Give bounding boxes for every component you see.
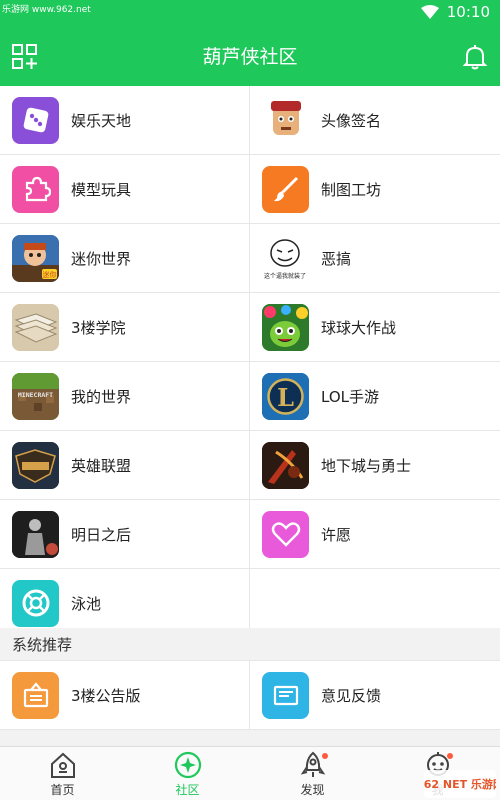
category-label: 地下城与勇士 <box>321 456 412 475</box>
clock: 10:10 <box>446 3 490 21</box>
category-item[interactable]: 迷你 迷你世界 <box>0 224 250 292</box>
notice-board-icon <box>12 671 59 719</box>
corner-watermark-logo: 962 NET 乐游网 <box>416 770 500 798</box>
mini-world-game-icon: 迷你 <box>12 234 59 282</box>
category-label: 恶搞 <box>321 249 352 268</box>
category-item[interactable]: 这个逼我就装了 恶搞 <box>250 224 500 292</box>
category-label: 制图工坊 <box>321 180 382 199</box>
category-label: 泳池 <box>71 594 102 613</box>
watermark: 乐游网 www.962.net <box>2 5 91 15</box>
category-label: 3楼学院 <box>71 318 126 337</box>
category-label: LOL手游 <box>321 387 379 406</box>
book-icon <box>12 303 59 351</box>
category-item[interactable]: 泳池 <box>0 569 250 637</box>
grid-row: 明日之后 许愿 <box>0 500 500 569</box>
page-title: 葫芦侠社区 <box>202 46 298 68</box>
category-item[interactable]: 模型玩具 <box>0 155 250 223</box>
category-label: 迷你世界 <box>71 249 132 268</box>
wifi-icon <box>420 5 439 19</box>
corner-logo-text: 962 NET 乐游网 <box>424 777 496 791</box>
nav-home[interactable]: 首页 <box>0 747 125 800</box>
nav-label: 发现 <box>300 783 325 797</box>
spacer <box>0 730 500 746</box>
system-item[interactable]: 意见反馈 <box>250 661 500 729</box>
community-icon <box>174 751 201 779</box>
nav-discover[interactable]: 发现 <box>250 747 375 800</box>
status-indicators: 10:10 <box>420 2 490 22</box>
category-item[interactable]: 娱乐天地 <box>0 86 250 154</box>
category-label: 明日之后 <box>71 525 132 544</box>
grid-row: 模型玩具 制图工坊 <box>0 155 500 224</box>
category-item[interactable]: 制图工坊 <box>250 155 500 223</box>
grid-row: 3楼学院 球球大作战 <box>0 293 500 362</box>
feedback-mail-icon <box>262 671 309 719</box>
category-item[interactable]: 许愿 <box>250 500 500 568</box>
status-bar: 乐游网 www.962.net 10:10 <box>0 0 500 24</box>
category-label: 娱乐天地 <box>71 111 132 130</box>
grid-row: 迷你 迷你世界 这个逼我就装了 恶搞 <box>0 224 500 293</box>
dnf-icon <box>262 441 309 489</box>
notification-dot <box>322 753 328 759</box>
category-item[interactable]: 头像签名 <box>250 86 500 154</box>
home-icon <box>50 752 75 778</box>
nav-label: 首页 <box>50 783 75 797</box>
dice-icon <box>12 96 59 144</box>
lifebuoy-icon <box>12 579 59 627</box>
ball-battle-icon <box>262 303 309 351</box>
section-header-system: 系统推荐 <box>0 628 500 661</box>
category-item[interactable]: 英雄联盟 <box>0 431 250 499</box>
system-item-label: 意见反馈 <box>321 686 382 705</box>
category-item[interactable]: 地下城与勇士 <box>250 431 500 499</box>
category-item[interactable]: MINECRAFT 我的世界 <box>0 362 250 430</box>
category-item[interactable]: 3楼学院 <box>0 293 250 361</box>
heart-icon <box>262 510 309 558</box>
grid-row: 英雄联盟 地下城与勇士 <box>0 431 500 500</box>
bell-icon[interactable] <box>462 44 488 70</box>
category-label: 头像签名 <box>321 111 382 130</box>
system-item-label: 3楼公告版 <box>71 686 141 705</box>
notification-dot <box>447 753 453 759</box>
grid-row: MINECRAFT 我的世界 L LOL手游 <box>0 362 500 431</box>
minecraft-logo: MINECRAFT <box>18 391 53 399</box>
system-item[interactable]: 3楼公告版 <box>0 661 250 729</box>
brush-icon <box>262 165 309 213</box>
mini-world-badge: 迷你 <box>43 270 57 279</box>
category-label: 我的世界 <box>71 387 132 406</box>
category-label: 许愿 <box>321 525 352 544</box>
cartoon-avatar-icon <box>262 96 309 144</box>
nav-community[interactable]: 社区 <box>125 747 250 800</box>
meme-face-icon: 这个逼我就装了 <box>262 234 309 282</box>
grid-row: 娱乐天地 头像签名 <box>0 86 500 155</box>
category-label: 模型玩具 <box>71 180 132 199</box>
category-item[interactable]: L LOL手游 <box>250 362 500 430</box>
nav-label: 社区 <box>175 783 200 797</box>
lol-icon: L <box>262 372 309 420</box>
lifeafter-icon <box>12 510 59 558</box>
league-of-legends-icon <box>12 441 59 489</box>
grid-row: 3楼公告版 意见反馈 <box>0 661 500 730</box>
lol-logo: L <box>277 383 294 412</box>
category-item[interactable]: 明日之后 <box>0 500 250 568</box>
system-grid: 3楼公告版 意见反馈 <box>0 661 500 730</box>
category-label: 球球大作战 <box>321 318 397 337</box>
puzzle-icon <box>12 165 59 213</box>
category-label: 英雄联盟 <box>71 456 132 475</box>
meme-caption: 这个逼我就装了 <box>264 272 306 280</box>
empty-cell <box>250 569 500 637</box>
category-item[interactable]: 球球大作战 <box>250 293 500 361</box>
app-bar: 葫芦侠社区 <box>0 24 500 86</box>
minecraft-icon: MINECRAFT <box>12 372 59 420</box>
category-grid: 娱乐天地 头像签名 模型玩具 制图工坊 迷你 迷你世界 这个逼我就装了 恶搞 3… <box>0 86 500 638</box>
